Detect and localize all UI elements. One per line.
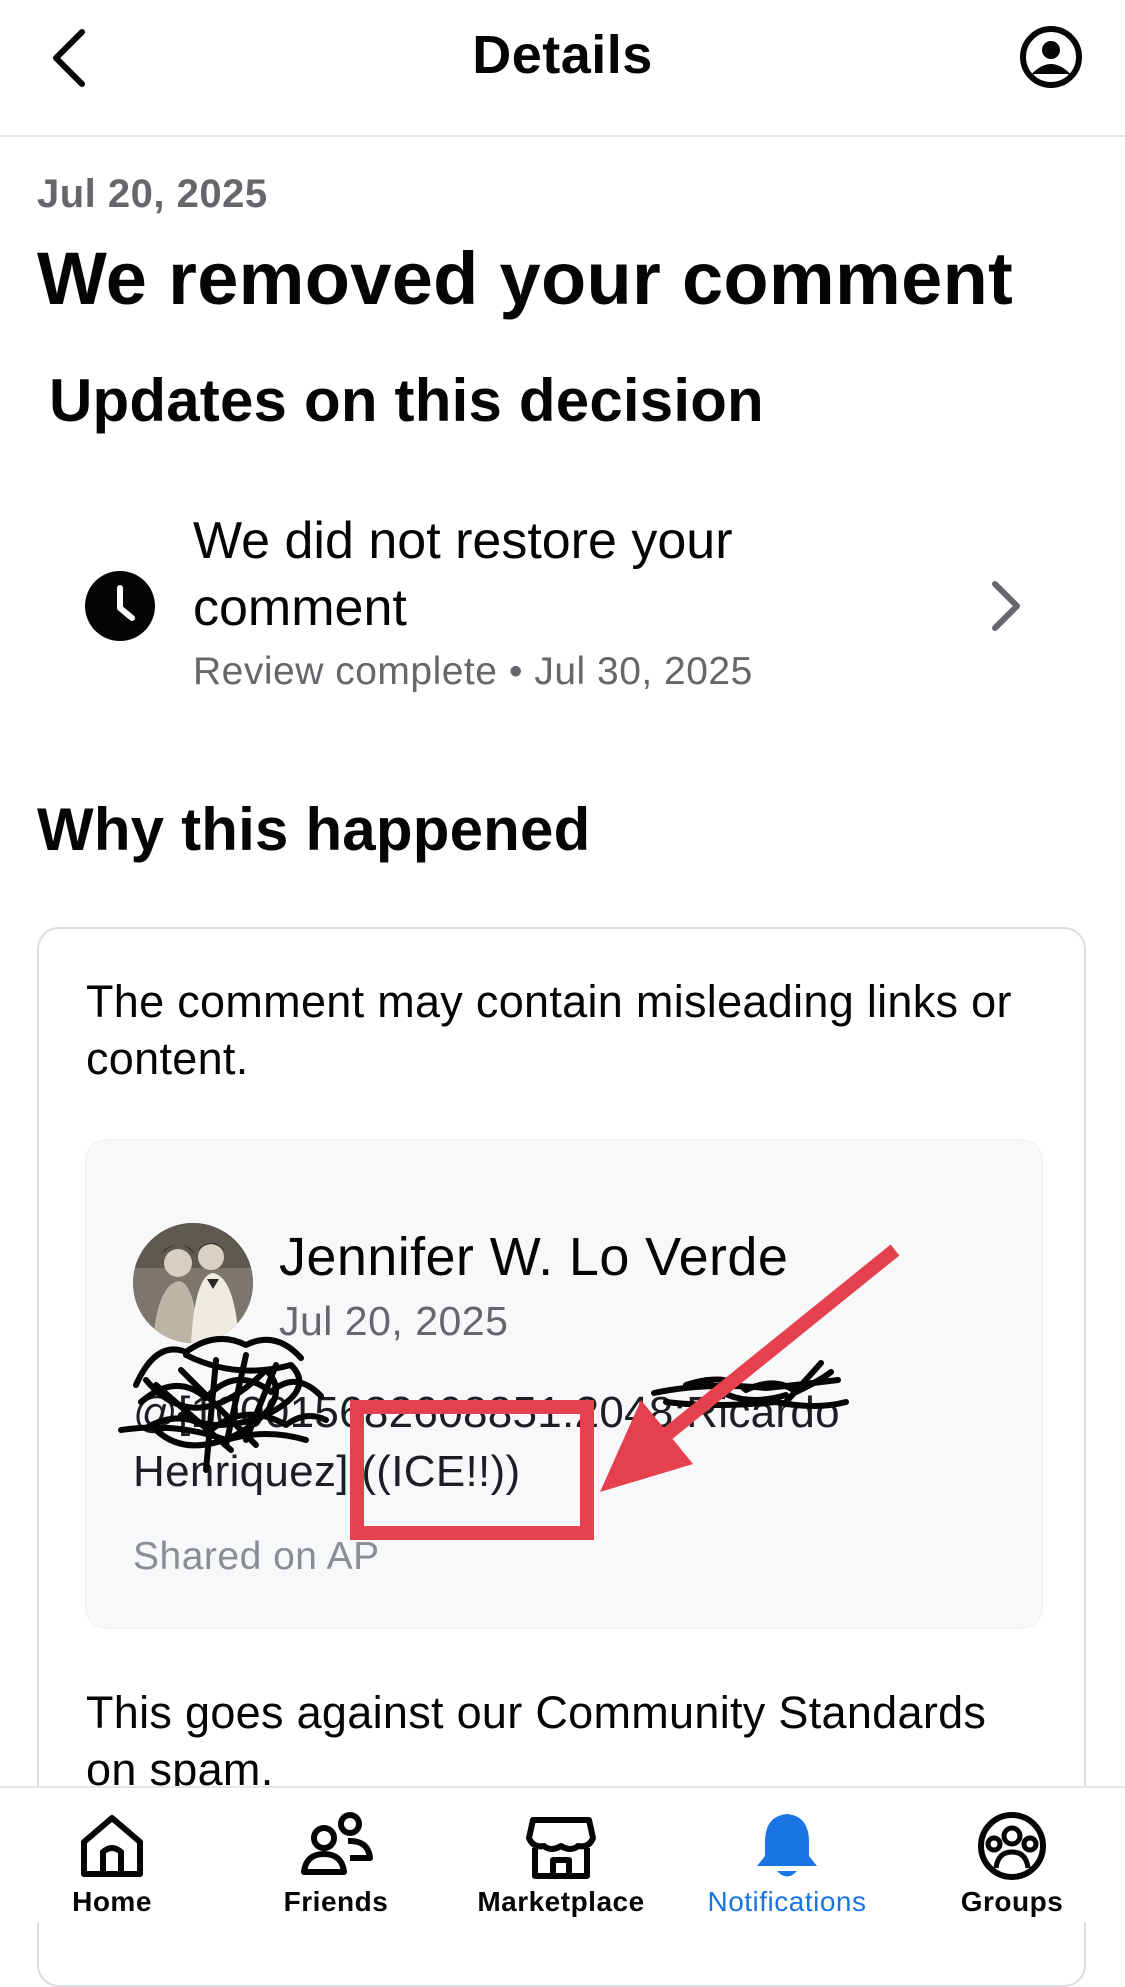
page-title: Details xyxy=(472,25,653,85)
updates-heading: Updates on this decision xyxy=(49,367,764,434)
comment-body: @[100015682608851:2048:Ricardo Henriquez… xyxy=(133,1383,993,1501)
profile-button[interactable] xyxy=(1018,24,1084,90)
friends-icon xyxy=(301,1812,373,1875)
standards-text: This goes against our Community Standard… xyxy=(86,1687,987,1795)
comment-author: Jennifer W. Lo Verde xyxy=(279,1227,789,1287)
bottom-tab-bar: Home Friends Marketplace Notifications G… xyxy=(0,1786,1125,1922)
bell-icon xyxy=(757,1814,817,1877)
comment-mention-line1: @[100015682608851:2048:Ricardo xyxy=(133,1388,840,1437)
notice-title: We removed your comment xyxy=(37,237,1014,320)
tab-groups[interactable]: Groups xyxy=(902,1788,1122,1922)
tab-friends[interactable]: Friends xyxy=(226,1788,446,1922)
home-icon xyxy=(81,1815,143,1877)
notice-date: Jul 20, 2025 xyxy=(37,172,268,216)
tab-marketplace[interactable]: Marketplace xyxy=(451,1788,671,1922)
removed-comment: Jennifer W. Lo Verde Jul 20, 2025 @[1000… xyxy=(85,1139,1043,1629)
clock-icon xyxy=(85,571,155,641)
comment-mention-line2: Henriquez] xyxy=(133,1447,349,1496)
decision-update-item[interactable]: We did not restore your comment Review c… xyxy=(0,500,1125,710)
update-separator: • xyxy=(508,650,523,693)
tab-notifications[interactable]: Notifications xyxy=(677,1788,897,1922)
tab-notifications-label: Notifications xyxy=(707,1886,867,1917)
reason-text: The comment may contain misleading links… xyxy=(86,976,1012,1084)
comment-date: Jul 20, 2025 xyxy=(279,1298,509,1344)
update-status: Review complete xyxy=(193,650,498,693)
tab-groups-label: Groups xyxy=(960,1886,1064,1917)
comment-highlight-text: ((ICE!!)) xyxy=(361,1447,521,1496)
update-status-line: Review complete • Jul 30, 2025 xyxy=(193,650,753,694)
update-title: We did not restore your comment xyxy=(193,512,733,637)
update-date: Jul 30, 2025 xyxy=(534,650,753,693)
avatar-photo xyxy=(133,1223,253,1343)
chevron-right-icon xyxy=(992,581,1020,631)
tab-home[interactable]: Home xyxy=(2,1788,222,1922)
groups-icon xyxy=(978,1812,1046,1880)
tab-friends-label: Friends xyxy=(283,1886,389,1917)
tab-home-label: Home xyxy=(72,1886,152,1917)
why-heading: Why this happened xyxy=(37,796,591,863)
tab-marketplace-label: Marketplace xyxy=(477,1886,645,1917)
marketplace-icon xyxy=(526,1817,596,1879)
shared-on-label: Shared on AP xyxy=(133,1535,380,1578)
user-circle-icon xyxy=(1020,26,1082,88)
top-bar: Details xyxy=(0,0,1125,137)
avatar xyxy=(133,1223,253,1343)
